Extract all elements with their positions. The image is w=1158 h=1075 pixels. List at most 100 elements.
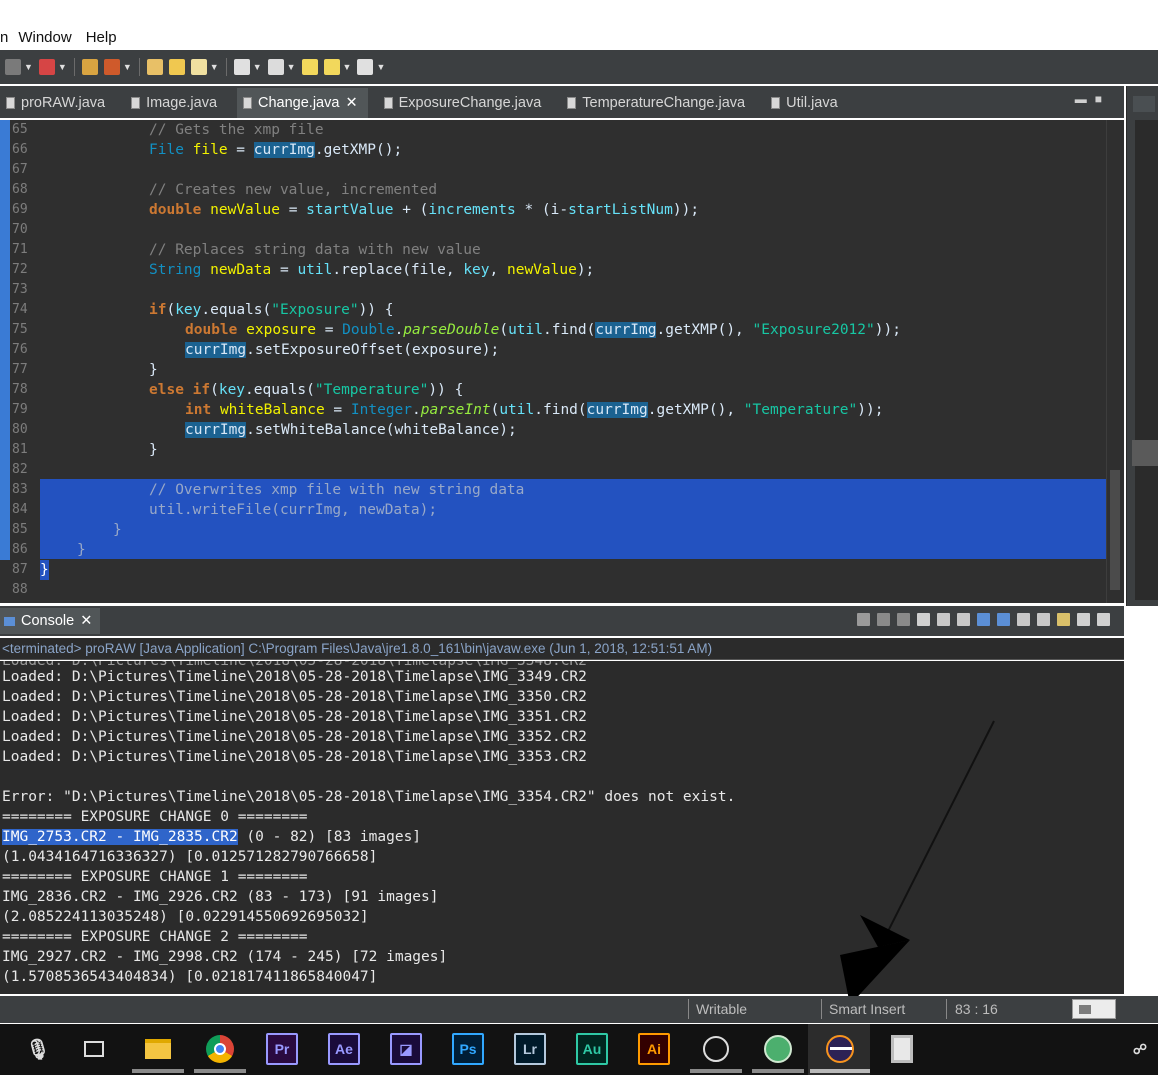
line-number: 79	[12, 402, 28, 417]
scroll-thumb[interactable]	[1110, 470, 1120, 590]
outline-icon[interactable]	[1133, 96, 1155, 112]
minimize-icon[interactable]	[1077, 613, 1090, 626]
menu-item-partial[interactable]: n	[0, 29, 8, 46]
tab-console[interactable]: Console ✕	[0, 608, 101, 634]
eclipse-icon[interactable]	[824, 1033, 856, 1065]
line-number: 70	[12, 222, 28, 237]
people-icon[interactable]: ☍	[1124, 1033, 1156, 1065]
debug-icon[interactable]	[38, 59, 55, 75]
close-icon[interactable]: ✕	[80, 613, 92, 629]
tab-change[interactable]: Change.java ✕	[237, 88, 368, 118]
line-number: 68	[12, 182, 28, 197]
tab-exposure-change[interactable]: ExposureChange.java	[378, 88, 552, 118]
console-line: Loaded: D:\Pictures\Timeline\2018\05-28-…	[2, 689, 587, 705]
code-line: }	[149, 442, 158, 458]
console-line: IMG_2753.CR2 - IMG_2835.CR2 (0 - 82) [83…	[2, 829, 422, 845]
audition-icon[interactable]: Au	[576, 1033, 608, 1065]
menu-icon[interactable]	[1037, 613, 1050, 626]
line-number: 67	[12, 162, 28, 177]
line-number: 73	[12, 282, 28, 297]
after-effects-icon[interactable]: Ae	[328, 1033, 360, 1065]
line-number: 71	[12, 242, 28, 257]
console-line: ======== EXPOSURE CHANGE 0 ========	[2, 809, 308, 825]
search-icon[interactable]	[233, 59, 250, 75]
back-icon[interactable]	[323, 59, 340, 75]
maximize-icon[interactable]	[1097, 613, 1110, 626]
menu-item-help[interactable]: Help	[86, 29, 117, 46]
cursor-position[interactable]: 83 : 16	[955, 1001, 998, 1017]
chrome-icon[interactable]	[204, 1033, 236, 1065]
outline-pane	[1126, 86, 1158, 606]
java-file-icon	[771, 97, 781, 109]
globe-app-icon[interactable]	[762, 1033, 794, 1065]
tab-label: Util.java	[786, 95, 838, 111]
menu-item-window[interactable]: Window	[18, 29, 71, 46]
insert-mode-status[interactable]: Smart Insert	[829, 1001, 905, 1017]
line-number: 86	[12, 542, 28, 557]
progress-icon[interactable]	[1072, 999, 1116, 1019]
media-encoder-icon[interactable]: ◪	[390, 1033, 422, 1065]
scroll-lock-icon[interactable]	[917, 613, 930, 626]
outline-scroll-thumb[interactable]	[1132, 440, 1158, 466]
remove-launch-icon[interactable]	[877, 613, 890, 626]
console-line: (1.5708536543404834) [0.0218174118658400…	[2, 969, 378, 985]
code-comment: // Gets the xmp file	[149, 122, 324, 138]
illustrator-icon[interactable]: Ai	[638, 1033, 670, 1065]
editor-vertical-scrollbar[interactable]	[1106, 120, 1124, 603]
tab-proraw[interactable]: proRAW.java	[0, 88, 115, 118]
last-edit-icon[interactable]	[301, 59, 318, 75]
window-top-edge	[0, 0, 1158, 26]
new-console-icon[interactable]	[1057, 613, 1070, 626]
code-line: int whiteBalance = Integer.parseInt(util…	[185, 402, 884, 418]
status-bar: Writable Smart Insert 83 : 16	[0, 996, 1158, 1023]
running-indicator	[132, 1069, 184, 1073]
editor-window-controls[interactable]: ▬■	[1075, 92, 1110, 106]
close-icon[interactable]: ✕	[345, 95, 357, 111]
premiere-pro-icon[interactable]: Pr	[266, 1033, 298, 1065]
line-number: 76	[12, 342, 28, 357]
annotation-icon[interactable]	[267, 59, 284, 75]
open-type-icon[interactable]	[146, 59, 163, 75]
console-tab-bar: Console ✕	[0, 606, 1124, 636]
new-class-icon[interactable]	[103, 59, 120, 75]
tab-temperature-change[interactable]: TemperatureChange.java	[561, 88, 755, 118]
terminate-icon[interactable]	[857, 613, 870, 626]
java-file-icon	[243, 97, 253, 109]
photoshop-icon[interactable]: Ps	[452, 1033, 484, 1065]
show-console-icon[interactable]	[957, 613, 970, 626]
code-comment-selected: // Overwrites xmp file with new string d…	[149, 482, 525, 498]
forward-icon[interactable]	[357, 59, 374, 75]
java-file-icon	[567, 97, 577, 109]
console-line: (2.085224113035248) [0.02291455069269503…	[2, 909, 369, 925]
display-console-icon[interactable]	[997, 613, 1010, 626]
code-line: currImg.setExposureOffset(exposure);	[185, 342, 500, 358]
console-scrollbar[interactable]	[1114, 661, 1124, 994]
code-line: currImg.setWhiteBalance(whiteBalance);	[185, 422, 517, 438]
tab-label: Image.java	[146, 95, 218, 111]
new-package-icon[interactable]	[81, 59, 98, 75]
java-file-icon	[131, 97, 141, 109]
run-dropdown-icon[interactable]	[5, 59, 21, 75]
pin-console-icon[interactable]	[977, 613, 990, 626]
open-task-icon[interactable]	[168, 59, 185, 75]
code-line: else if(key.equals("Temperature")) {	[149, 382, 464, 398]
console-process-status: <terminated> proRAW [Java Application] C…	[0, 638, 1124, 660]
code-editor[interactable]: 65 66 67 68 69 70 71 72 73 74 75 76 77 7…	[0, 120, 1124, 603]
word-wrap-icon[interactable]	[937, 613, 950, 626]
file-explorer-icon[interactable]	[142, 1033, 174, 1065]
console-output[interactable]: Loaded: D:\Pictures\Timeline\2018\05-28-…	[0, 661, 1124, 994]
microphone-icon[interactable]: 🎙	[22, 1033, 54, 1065]
pencil-icon[interactable]	[190, 59, 207, 75]
remove-all-icon[interactable]	[897, 613, 910, 626]
running-indicator	[690, 1069, 742, 1073]
line-number: 77	[12, 362, 28, 377]
open-console-icon[interactable]	[1017, 613, 1030, 626]
tab-image[interactable]: Image.java	[125, 88, 227, 118]
lightroom-icon[interactable]: Lr	[514, 1033, 546, 1065]
task-view-icon[interactable]	[78, 1033, 110, 1065]
line-number: 84	[12, 502, 28, 517]
calculator-icon[interactable]	[886, 1033, 918, 1065]
obs-icon[interactable]	[700, 1033, 732, 1065]
java-file-icon	[6, 97, 15, 109]
tab-util[interactable]: Util.java	[765, 88, 848, 118]
